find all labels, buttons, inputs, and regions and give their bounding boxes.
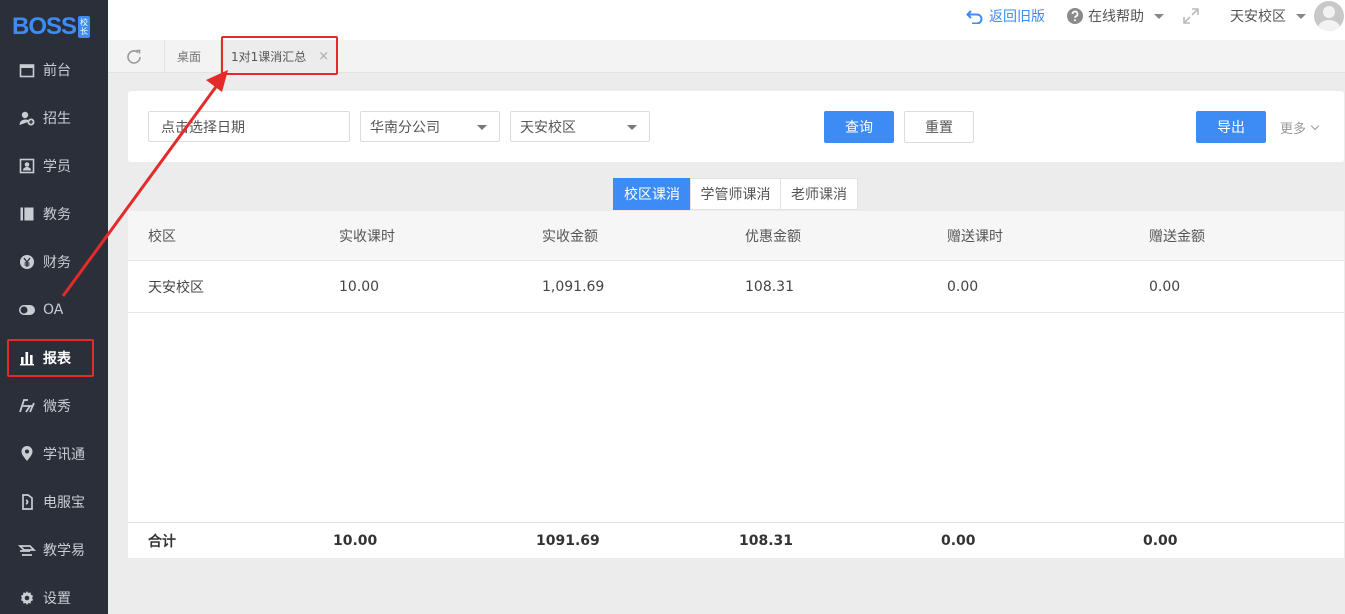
book-icon: [18, 205, 36, 223]
campus-value: 天安校区: [520, 119, 576, 136]
reports-highlight-box: [7, 339, 94, 377]
sidebar-item-frontdesk[interactable]: 前台: [0, 50, 108, 90]
avatar[interactable]: [1314, 1, 1344, 31]
chevron-down-icon: [1310, 121, 1320, 130]
sidebar-item-label: OA: [43, 302, 64, 318]
company-value: 华南分公司: [370, 119, 440, 136]
column-header[interactable]: 校区: [148, 211, 176, 260]
sidebar-item-label: 学员: [43, 159, 71, 175]
total-cell: 合计: [148, 533, 176, 550]
column-header[interactable]: 赠送金额: [1149, 211, 1205, 260]
company-select[interactable]: 华南分公司: [360, 111, 500, 142]
table-footer-total: 合计 10.00 1091.69 108.31 0.00 0.00: [128, 522, 1344, 558]
table-row[interactable]: 天安校区 10.00 1,091.69 108.31 0.00 0.00: [128, 262, 1344, 313]
total-cell: 10.00: [333, 532, 378, 549]
table-cell: 0.00: [947, 279, 979, 295]
sidebar-item-label: 教学易: [43, 543, 85, 559]
sidebar-item-academic[interactable]: 教务: [0, 194, 108, 234]
calendar-icon: [18, 61, 36, 79]
filter-panel: 点击选择日期 华南分公司 天安校区 查询 重置 导出 更多: [128, 91, 1344, 162]
tab-label: 桌面: [177, 50, 202, 64]
column-header[interactable]: 赠送课时: [947, 211, 1003, 260]
top-bar: 返回旧版 在线帮助 天安校区: [108, 0, 1345, 40]
more-dropdown[interactable]: 更多: [1280, 111, 1320, 143]
sidebar-item-label: 学讯通: [43, 447, 85, 463]
table-cell: 0.00: [1149, 279, 1181, 295]
sidebar-item-settings[interactable]: 设置: [0, 578, 108, 614]
sidebar-item-label: 设置: [43, 591, 71, 607]
id-card-icon: [18, 157, 36, 175]
export-button[interactable]: 导出: [1196, 111, 1266, 143]
campus-switcher[interactable]: 天安校区: [1230, 0, 1306, 32]
help-icon: [1067, 8, 1083, 24]
sidebar-item-enroll[interactable]: 招生: [0, 98, 108, 138]
tab-teacher-consumption[interactable]: 老师课消: [780, 178, 858, 210]
query-button[interactable]: 查询: [824, 111, 894, 143]
sidebar-item-label: 前台: [43, 63, 71, 79]
sidebar-item-label: 财务: [43, 255, 71, 271]
total-cell: 1091.69: [536, 532, 600, 549]
more-label: 更多: [1280, 121, 1307, 137]
sidebar-item-xuexuntong[interactable]: 学讯通: [0, 434, 108, 474]
toggle-icon: [18, 301, 36, 319]
table-cell: 1,091.69: [542, 279, 605, 295]
fullscreen-button[interactable]: [1182, 0, 1200, 32]
tab-campus-consumption[interactable]: 校区课消: [613, 178, 691, 210]
show-icon: [18, 397, 36, 415]
back-to-old-version-link[interactable]: 返回旧版: [966, 0, 1045, 32]
user-add-icon: [18, 109, 36, 127]
report-type-tabs: 校区课消 学管师课消 老师课消: [613, 178, 858, 210]
total-cell: 0.00: [1143, 532, 1178, 549]
chevron-down-icon: [627, 125, 637, 130]
help-label: 在线帮助: [1088, 9, 1144, 25]
chevron-down-icon: [477, 125, 487, 130]
table-cell: 天安校区: [148, 280, 204, 296]
logo[interactable]: BOSS 校长: [12, 12, 91, 42]
column-header[interactable]: 实收金额: [542, 211, 598, 260]
column-header[interactable]: 优惠金额: [745, 211, 801, 260]
reset-button[interactable]: 重置: [904, 111, 974, 143]
summary-table: 校区 实收课时 实收金额 优惠金额 赠送课时 赠送金额 天安校区 10.00 1…: [128, 211, 1344, 558]
phone-icon: [18, 493, 36, 511]
sidebar: BOSS 校长 前台 招生 学员 教务 财务 OA 报表 微秀 学讯通 电服宝 …: [0, 0, 108, 614]
campus-select[interactable]: 天安校区: [510, 111, 650, 142]
undo-icon: [966, 10, 983, 24]
sidebar-item-oa[interactable]: OA: [0, 290, 108, 330]
total-cell: 0.00: [941, 532, 976, 549]
sidebar-item-label: 教务: [43, 207, 71, 223]
sidebar-item-label: 招生: [43, 111, 71, 127]
tab-manager-consumption[interactable]: 学管师课消: [690, 178, 781, 210]
sidebar-item-jiaoxueyi[interactable]: 教学易: [0, 530, 108, 570]
column-header[interactable]: 实收课时: [339, 211, 395, 260]
location-pin-icon: [18, 445, 36, 463]
gear-icon: [18, 589, 36, 607]
table-cell: 108.31: [745, 279, 794, 295]
tab-desktop[interactable]: 桌面: [164, 40, 213, 73]
campus-label: 天安校区: [1230, 9, 1286, 25]
yen-icon: [18, 253, 36, 271]
date-placeholder: 点击选择日期: [161, 119, 245, 136]
sidebar-item-label: 电服宝: [43, 495, 85, 511]
teach-icon: [18, 541, 36, 559]
sidebar-item-weixiu[interactable]: 微秀: [0, 386, 108, 426]
online-help-dropdown[interactable]: 在线帮助: [1066, 0, 1164, 32]
total-cell: 108.31: [739, 532, 794, 549]
chevron-down-icon: [1296, 13, 1306, 19]
date-picker-input[interactable]: 点击选择日期: [148, 111, 350, 142]
sidebar-item-dianfubao[interactable]: 电服宝: [0, 482, 108, 522]
back-label: 返回旧版: [989, 9, 1045, 25]
expand-icon: [1183, 8, 1199, 24]
chevron-down-icon: [1154, 13, 1164, 19]
sidebar-item-students[interactable]: 学员: [0, 146, 108, 186]
sidebar-item-label: 微秀: [43, 399, 71, 415]
table-cell: 10.00: [339, 279, 380, 295]
logo-badge: 校长: [78, 16, 91, 38]
tab-highlight-box: [221, 36, 338, 75]
table-header: 校区 实收课时 实收金额 优惠金额 赠送课时 赠送金额: [128, 211, 1344, 261]
refresh-icon[interactable]: [124, 47, 144, 67]
logo-text: BOSS: [12, 13, 77, 40]
sidebar-item-finance[interactable]: 财务: [0, 242, 108, 282]
